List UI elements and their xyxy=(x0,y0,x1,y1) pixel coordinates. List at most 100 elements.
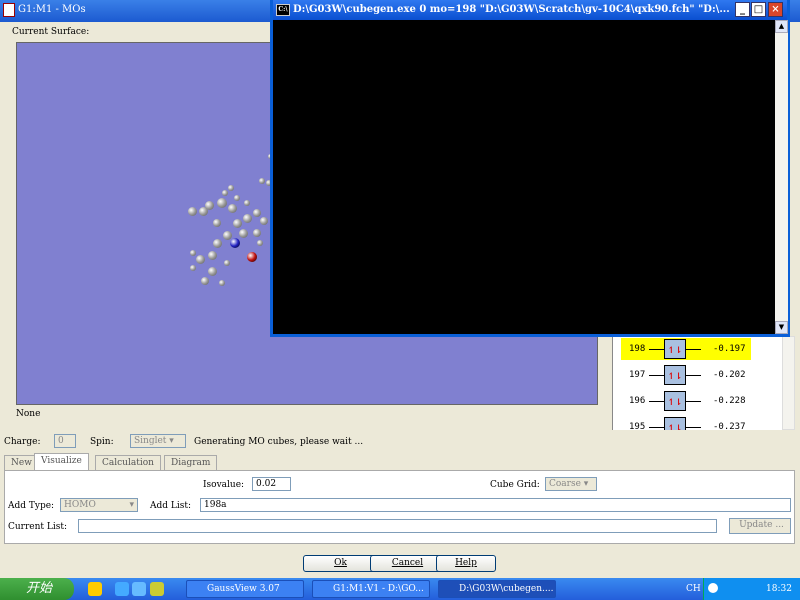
level-line xyxy=(649,427,664,428)
task-g1-view[interactable]: G1:M1:V1 - D:\GO... xyxy=(312,580,430,598)
console-scrollbar[interactable]: ▲ ▼ xyxy=(775,20,788,334)
carbon-atom xyxy=(219,280,225,286)
carbon-atom xyxy=(222,230,232,240)
minimize-button[interactable]: _ xyxy=(735,2,750,17)
add-list-label: Add List: xyxy=(150,501,192,511)
level-line xyxy=(686,375,701,376)
system-tray: CH 18:32 xyxy=(686,578,800,600)
level-line xyxy=(686,349,701,350)
carbon-atom xyxy=(253,229,261,237)
carbon-atom xyxy=(234,195,240,201)
charge-label: Charge: xyxy=(4,437,41,447)
carbon-atom xyxy=(242,213,252,223)
carbon-atom xyxy=(187,206,197,216)
oxygen-atom xyxy=(247,252,257,262)
add-type-select[interactable]: HOMO ▾ xyxy=(60,498,138,512)
add-list-field[interactable]: 198a xyxy=(200,498,791,512)
quicklaunch-icon[interactable] xyxy=(88,582,102,596)
carbon-atom xyxy=(259,178,265,184)
mo-number: 197 xyxy=(629,370,646,380)
app-icon[interactable] xyxy=(150,582,164,596)
carbon-atom xyxy=(207,250,217,260)
carbon-atom xyxy=(224,260,230,266)
electron-pair-icon: ↿⇂ xyxy=(664,417,686,430)
carbon-atom xyxy=(238,228,248,238)
mo-row[interactable]: 198 ↿⇂ -0.197 xyxy=(621,338,751,360)
spin-value: Singlet xyxy=(134,436,167,446)
taskbar: 开始 GaussView 3.07 G1:M1:V1 - D:\GO... D:… xyxy=(0,578,800,600)
level-line xyxy=(686,427,701,428)
level-line xyxy=(649,375,664,376)
carbon-atom xyxy=(212,238,222,248)
mo-row[interactable]: 197 ↿⇂ -0.202 xyxy=(613,364,782,386)
isovalue-field[interactable]: 0.02 xyxy=(252,477,291,491)
mo-energy: -0.228 xyxy=(713,396,746,406)
cancel-button[interactable]: Cancel xyxy=(370,555,445,572)
ie-icon[interactable] xyxy=(115,582,129,596)
carbon-atom xyxy=(228,185,234,191)
carbon-atom xyxy=(207,266,217,276)
task-gaussview[interactable]: GaussView 3.07 xyxy=(186,580,304,598)
cube-grid-select[interactable]: Coarse ▾ xyxy=(545,477,597,491)
carbon-atom xyxy=(190,250,196,256)
isovalue-label: Isovalue: xyxy=(203,480,245,490)
carbon-atom xyxy=(222,190,228,196)
mo-energy: -0.202 xyxy=(713,370,746,380)
spin-label: Spin: xyxy=(90,437,114,447)
cube-grid-label: Cube Grid: xyxy=(490,480,540,490)
charge-field[interactable]: 0 xyxy=(54,434,76,448)
add-type-value: HOMO xyxy=(64,500,96,510)
current-list-field[interactable] xyxy=(78,519,717,533)
console-title: D:\G03W\cubegen.exe 0 mo=198 "D:\G03W\Sc… xyxy=(293,4,730,15)
current-list-label: Current List: xyxy=(8,522,68,532)
mo-row[interactable]: 195 ↿⇂ -0.237 xyxy=(613,416,782,430)
console-title-bar[interactable]: C:\ D:\G03W\cubegen.exe 0 mo=198 "D:\G03… xyxy=(273,0,787,20)
carbon-atom xyxy=(244,200,250,206)
tab-diagram[interactable]: Diagram xyxy=(164,455,218,470)
maximize-button[interactable]: □ xyxy=(751,2,766,17)
surface-status: None xyxy=(16,409,41,419)
close-button[interactable]: × xyxy=(768,2,783,17)
console-window[interactable]: C:\ D:\G03W\cubegen.exe 0 mo=198 "D:\G03… xyxy=(270,0,790,337)
language-indicator[interactable]: CH xyxy=(686,584,701,594)
mo-row[interactable]: 196 ↿⇂ -0.228 xyxy=(613,390,782,412)
carbon-atom xyxy=(217,198,227,208)
spin-select[interactable]: Singlet ▾ xyxy=(130,434,186,448)
carbon-atom xyxy=(195,254,205,264)
ok-button[interactable]: Ok xyxy=(303,555,378,572)
scroll-up-icon[interactable]: ▲ xyxy=(775,20,788,33)
add-type-label: Add Type: xyxy=(8,501,55,511)
scroll-down-icon[interactable]: ▼ xyxy=(775,321,788,334)
gaussview-app-icon xyxy=(3,3,15,17)
mo-diagram-list[interactable]: 198 ↿⇂ -0.197 197 ↿⇂ -0.202 196 ↿⇂ -0.228 1… xyxy=(612,336,782,430)
update-button[interactable]: Update ... xyxy=(729,518,791,534)
cube-grid-value: Coarse xyxy=(549,479,581,489)
carbon-atom xyxy=(213,219,221,227)
tray-icon[interactable] xyxy=(708,583,718,593)
mo-list-scrollbar[interactable] xyxy=(782,336,795,430)
start-button[interactable]: 开始 xyxy=(0,578,74,600)
tab-calculation[interactable]: Calculation xyxy=(95,455,161,470)
carbon-atom xyxy=(227,203,237,213)
mo-energy: -0.237 xyxy=(713,422,746,430)
console-output xyxy=(273,20,775,334)
browser-icon[interactable] xyxy=(132,582,146,596)
clock: 18:32 xyxy=(766,584,792,594)
mo-number: 196 xyxy=(629,396,646,406)
mo-energy: -0.197 xyxy=(713,344,746,354)
carbon-atom xyxy=(232,218,242,228)
level-line xyxy=(649,349,664,350)
mo-number: 198 xyxy=(629,344,646,354)
electron-pair-icon: ↿⇂ xyxy=(664,391,686,411)
task-cubegen[interactable]: D:\G03W\cubegen.... xyxy=(438,580,556,598)
console-icon: C:\ xyxy=(276,4,290,16)
level-line xyxy=(649,401,664,402)
help-button[interactable]: Help xyxy=(436,555,496,572)
tab-visualize[interactable]: Visualize xyxy=(34,453,89,471)
window-title: G1:M1 - MOs xyxy=(18,4,86,15)
carbon-atom xyxy=(253,209,261,217)
nitrogen-atom xyxy=(230,238,240,248)
carbon-atom xyxy=(257,240,263,246)
mo-number: 195 xyxy=(629,422,646,430)
electron-pair-icon: ↿⇂ xyxy=(664,339,686,359)
